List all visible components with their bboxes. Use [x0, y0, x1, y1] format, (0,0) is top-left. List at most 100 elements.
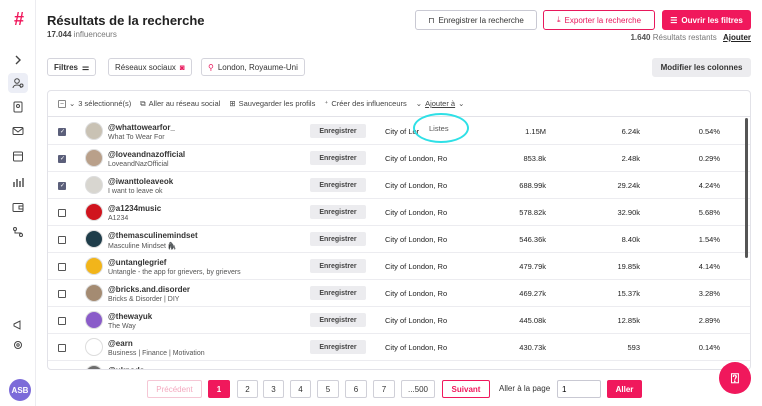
- influencer-handle[interactable]: @ukpods: [108, 366, 144, 369]
- profile-picture[interactable]: [85, 122, 103, 140]
- profile-picture[interactable]: [85, 284, 103, 302]
- save-influencer-button[interactable]: Enregistrer: [310, 232, 366, 246]
- announcements-icon[interactable]: [8, 315, 28, 335]
- table-row[interactable]: @themasculinemindset Masculine Mindset 🦍 E…: [48, 226, 750, 253]
- social-networks-label: Réseaux sociaux: [115, 62, 176, 72]
- pagination-page[interactable]: ...500: [401, 380, 435, 398]
- profile-picture[interactable]: [85, 311, 103, 329]
- pagination-prev[interactable]: Précédent: [147, 380, 202, 398]
- influencer-handle[interactable]: @bricks.and.disorder: [108, 285, 190, 294]
- location-chip[interactable]: ⚲ London, Royaume-Uni: [201, 58, 305, 76]
- table-row[interactable]: @bricks.and.disorder Bricks & Disorder | …: [48, 280, 750, 307]
- table-row[interactable]: @a1234music A1234 Enregistrer City of Londo…: [48, 199, 750, 226]
- app-logo[interactable]: #: [9, 9, 29, 29]
- mail-icon[interactable]: [8, 121, 28, 141]
- wallet-icon[interactable]: [8, 197, 28, 217]
- search-influencers-icon[interactable]: [8, 73, 28, 93]
- pagination-page[interactable]: 4: [290, 380, 311, 398]
- save-influencer-button[interactable]: Enregistrer: [310, 340, 366, 354]
- profile-picture[interactable]: [85, 338, 103, 356]
- goto-page-label: Aller à la page: [499, 384, 551, 393]
- export-search-button[interactable]: ⤓ Exporter la recherche: [543, 10, 655, 30]
- location-cell: City of London, Ro: [385, 316, 448, 325]
- save-influencer-button[interactable]: Enregistrer: [310, 124, 366, 138]
- create-influencers-action[interactable]: ⁺ Créer des influenceurs: [324, 99, 406, 108]
- influencer-handle[interactable]: @earn: [108, 339, 133, 348]
- audience-cell: 445.08k: [519, 316, 546, 325]
- save-influencer-button[interactable]: Enregistrer: [310, 259, 366, 273]
- pagination-page[interactable]: 1: [208, 380, 230, 398]
- row-checkbox[interactable]: [58, 263, 66, 271]
- influencer-handle[interactable]: @loveandnazofficial: [108, 150, 185, 159]
- dropdown-option-lists[interactable]: Listes: [429, 124, 449, 133]
- location-cell: City of London, Ro: [385, 343, 448, 352]
- social-networks-chip[interactable]: Réseaux sociaux ◙: [108, 58, 192, 76]
- influencer-handle[interactable]: @iwanttoleaveok: [108, 177, 173, 186]
- filters-chip[interactable]: Filtres ⚌: [47, 58, 97, 76]
- profile-picture[interactable]: [85, 176, 103, 194]
- audience-cell: 469.27k: [519, 289, 546, 298]
- influencer-handle[interactable]: @thewayuk: [108, 312, 152, 321]
- pagination-page[interactable]: 2: [237, 380, 258, 398]
- profile-picture[interactable]: [85, 257, 103, 275]
- influencer-bio: The Way: [108, 323, 136, 330]
- pagination-page[interactable]: 7: [373, 380, 395, 398]
- table-row[interactable]: @loveandnazofficial LoveandNazOfficial Enr…: [48, 145, 750, 172]
- profile-picture[interactable]: [85, 203, 103, 221]
- goto-page-button[interactable]: Aller: [607, 380, 642, 398]
- pagination-page[interactable]: 5: [317, 380, 339, 398]
- save-influencer-button[interactable]: Enregistrer: [310, 178, 366, 192]
- results-table: – ⌄ 3 sélectionné(s) ⧉ Aller au réseau s…: [47, 90, 751, 370]
- settings-gear-icon[interactable]: [8, 335, 28, 355]
- profile-picture[interactable]: [85, 230, 103, 248]
- user-avatar[interactable]: ASB: [9, 379, 31, 401]
- analytics-icon[interactable]: [8, 172, 28, 192]
- save-influencer-button[interactable]: Enregistrer: [310, 151, 366, 165]
- row-checkbox[interactable]: [58, 155, 66, 163]
- influencer-handle[interactable]: @a1234music: [108, 204, 161, 213]
- row-checkbox[interactable]: [58, 290, 66, 298]
- influencer-bio: Untangle - the app for grievers, by grie…: [108, 269, 241, 276]
- table-row[interactable]: @thewayuk The Way Enregistrer City of Londo…: [48, 307, 750, 334]
- save-search-button[interactable]: ⊓ Enregistrer la recherche: [415, 10, 537, 30]
- influencer-handle[interactable]: @whattowearfor_: [108, 123, 175, 132]
- table-row[interactable]: @earn Business | Finance | Motivation Enre…: [48, 334, 750, 361]
- open-filters-button[interactable]: ☰ Ouvrir les filtres: [662, 10, 751, 30]
- table-row[interactable]: @whattowearfor_ What To Wear For Enregistr…: [48, 118, 750, 145]
- expand-sidebar-icon[interactable]: [8, 50, 28, 70]
- goto-social-action[interactable]: ⧉ Aller au réseau social: [140, 99, 220, 109]
- influencer-handle[interactable]: @themasculinemindset: [108, 231, 198, 240]
- calendar-icon[interactable]: [8, 146, 28, 166]
- table-scrollbar[interactable]: [745, 118, 748, 258]
- row-checkbox[interactable]: [58, 182, 66, 190]
- row-checkbox[interactable]: [58, 128, 66, 136]
- row-checkbox[interactable]: [58, 209, 66, 217]
- add-to-dropdown[interactable]: ⌄ Ajouter à ⌄: [416, 99, 465, 108]
- engagement-rate-cell: 4.14%: [698, 262, 720, 271]
- workflow-icon[interactable]: [8, 222, 28, 242]
- engagement-cell: 29.24k: [617, 181, 640, 190]
- modify-columns-button[interactable]: Modifier les colonnes: [652, 58, 751, 77]
- pagination-page[interactable]: 3: [263, 380, 284, 398]
- table-row[interactable]: @untanglegrief Untangle - the app for gri…: [48, 253, 750, 280]
- select-all-toggle[interactable]: – ⌄ 3 sélectionné(s): [58, 99, 131, 108]
- row-checkbox[interactable]: [58, 317, 66, 325]
- influencer-handle[interactable]: @untanglegrief: [108, 258, 166, 267]
- goto-page-input[interactable]: [557, 380, 601, 398]
- filters-icon: ☰: [670, 15, 678, 25]
- profile-picture[interactable]: [85, 365, 103, 369]
- save-influencer-button[interactable]: Enregistrer: [310, 313, 366, 327]
- profile-picture[interactable]: [85, 149, 103, 167]
- save-influencer-button[interactable]: Enregistrer: [310, 205, 366, 219]
- pagination-page[interactable]: 6: [345, 380, 367, 398]
- save-influencer-button[interactable]: Enregistrer: [310, 286, 366, 300]
- row-checkbox[interactable]: [58, 236, 66, 244]
- table-row[interactable]: @iwanttoleaveok I want to leave ok Enregis…: [48, 172, 750, 199]
- save-profiles-action[interactable]: ⊞ Sauvegarder les profils: [229, 99, 315, 108]
- table-row[interactable]: @ukpods: [48, 361, 750, 369]
- help-chat-button[interactable]: ⍰: [719, 362, 751, 394]
- add-results-link[interactable]: Ajouter: [723, 33, 751, 42]
- contacts-icon[interactable]: [8, 97, 28, 117]
- pagination-next[interactable]: Suivant: [442, 380, 490, 398]
- row-checkbox[interactable]: [58, 344, 66, 352]
